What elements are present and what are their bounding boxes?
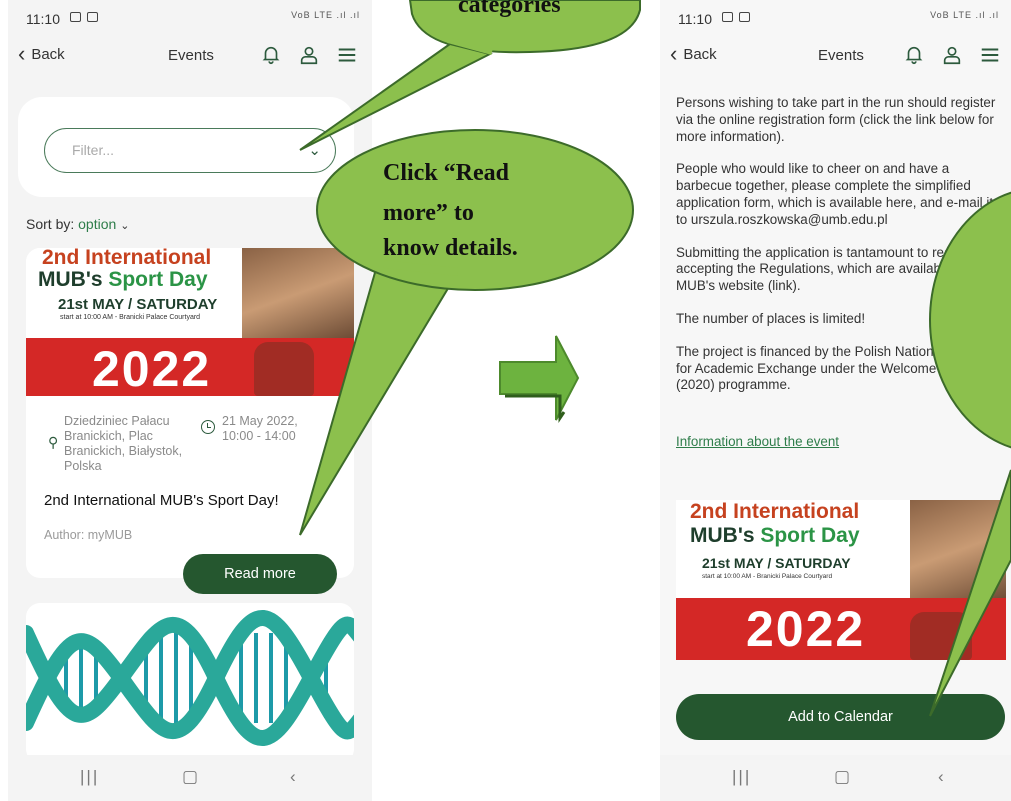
dna-event-card[interactable] [26, 603, 354, 763]
notification-square-icon [739, 12, 750, 22]
app-bar: ‹ Back Events [660, 36, 1011, 76]
page-title: Events [168, 47, 214, 64]
status-time: 11:10 [26, 11, 60, 27]
callout-readmore-line3: know details. [383, 235, 518, 261]
event-location: Dziedziniec Pałacu Branickich, Plac Bran… [64, 414, 183, 473]
event-datetime: 21 May 2022, 10:00 - 14:00 [222, 414, 298, 443]
banner-line2a: MUB's [690, 524, 761, 547]
status-bar: 11:10 VoB LTE .ıl .ıl [8, 8, 372, 30]
description-paragraph: Submitting the application is tantamount… [676, 244, 1003, 294]
home-icon[interactable]: ▢ [182, 767, 198, 787]
page-title: Events [818, 47, 864, 64]
filter-card: Filter... ⌄ [18, 97, 354, 197]
user-icon[interactable] [298, 44, 320, 66]
android-nav-bar: ||| ▢ ‹ [8, 755, 372, 801]
network-indicator: VoB LTE .ıl .ıl [291, 10, 360, 20]
notification-square-icon [87, 12, 98, 22]
banner-subtitle: start at 10:00 AM - Branicki Palace Cour… [60, 314, 201, 321]
banner-line2b: Sport Day [760, 524, 860, 547]
app-bar-actions [260, 44, 358, 66]
description-paragraph: Persons wishing to take part in the run … [676, 95, 996, 144]
app-bar: ‹ Back Events [8, 36, 372, 76]
chevron-down-icon: ⌄ [308, 142, 321, 159]
network-indicator: VoB LTE .ıl .ıl [930, 10, 999, 20]
callout-readmore-line2: more” to [383, 200, 474, 226]
status-bar: 11:10 VoB LTE .ıl .ıl [660, 8, 1011, 30]
menu-icon[interactable] [336, 44, 358, 66]
event-title: 2nd International MUB's Sport Day! [44, 492, 279, 509]
description-paragraph: The project is financed by the Polish Na… [676, 343, 997, 393]
gallery-icon [70, 12, 81, 22]
banner-line2b: Sport Day [108, 268, 208, 291]
status-icons [70, 12, 98, 22]
right-phone-screen: 11:10 VoB LTE .ıl .ıl ‹ Back Events Pers… [660, 0, 1011, 801]
sort-label: Sort by: [26, 216, 75, 232]
menu-icon[interactable] [979, 44, 1001, 66]
user-icon[interactable] [941, 44, 963, 66]
banner-year: 2022 [746, 601, 866, 657]
status-icons [722, 12, 750, 22]
recent-apps-icon[interactable]: ||| [732, 767, 751, 787]
banner-year: 2022 [92, 341, 212, 396]
callout-readmore-line1: Click “Read [383, 160, 509, 186]
back-button[interactable]: ‹ Back [18, 41, 65, 66]
sort-by[interactable]: Sort by: option ⌄ [26, 216, 129, 232]
right-arrow-graphic [499, 335, 580, 423]
banner-date: 21st MAY / SATURDAY [702, 555, 851, 571]
banner-line2: MUB's Sport Day [690, 524, 860, 548]
left-phone-screen: 11:10 VoB LTE .ıl .ıl ‹ Back Events Filt… [8, 0, 372, 801]
add-to-calendar-button[interactable]: Add to Calendar [676, 694, 1005, 740]
back-button[interactable]: ‹ Back [670, 41, 717, 66]
clock-icon [201, 420, 215, 434]
bell-icon[interactable] [260, 44, 282, 66]
description-paragraph: People who would like to cheer on and ha… [676, 161, 994, 227]
back-nav-icon[interactable]: ‹ [938, 767, 944, 787]
description-paragraph: The number of places is limited! [676, 310, 866, 326]
back-label: Back [31, 45, 65, 63]
status-time: 11:10 [678, 11, 712, 27]
read-more-button[interactable]: Read more [183, 554, 337, 594]
recent-apps-icon[interactable]: ||| [80, 767, 99, 787]
event-banner-image: 2nd International MUB's Sport Day 21st M… [676, 500, 1006, 660]
filter-placeholder: Filter... [72, 142, 115, 158]
runner-shoe-graphic [910, 612, 972, 660]
back-label: Back [683, 45, 717, 63]
banner-date: 21st MAY / SATURDAY [58, 296, 218, 313]
chevron-left-icon: ‹ [18, 41, 26, 66]
runner-shoe-graphic [254, 342, 314, 396]
sort-option[interactable]: option [78, 216, 116, 232]
event-info-link[interactable]: Information about the event [676, 434, 839, 449]
event-description: Persons wishing to take part in the run … [676, 95, 1006, 410]
home-icon[interactable]: ▢ [834, 767, 850, 787]
banner-line2a: MUB's [38, 268, 109, 291]
location-pin-icon: ⚲ [48, 434, 59, 450]
event-banner-image: 2nd International MUB's Sport Day 21st M… [26, 248, 354, 396]
banner-line2: MUB's Sport Day [38, 268, 208, 292]
banner-line1: 2nd International [42, 248, 212, 269]
dna-helix-image [26, 610, 354, 746]
gallery-icon [722, 12, 733, 22]
sort-chevron-icon: ⌄ [120, 220, 130, 232]
callout-categories-text: categories [458, 0, 561, 18]
banner-line1: 2nd International [690, 500, 860, 523]
chevron-left-icon: ‹ [670, 41, 678, 66]
banner-subtitle: start at 10:00 AM - Branicki Palace Cour… [702, 573, 833, 580]
event-card[interactable]: 2nd International MUB's Sport Day 21st M… [26, 248, 354, 578]
filter-select[interactable]: Filter... ⌄ [44, 128, 336, 173]
android-nav-bar: ||| ▢ ‹ [660, 755, 1011, 801]
event-author: Author: myMUB [44, 528, 133, 542]
app-bar-actions [903, 44, 1001, 66]
bell-icon[interactable] [903, 44, 925, 66]
back-nav-icon[interactable]: ‹ [290, 767, 296, 787]
